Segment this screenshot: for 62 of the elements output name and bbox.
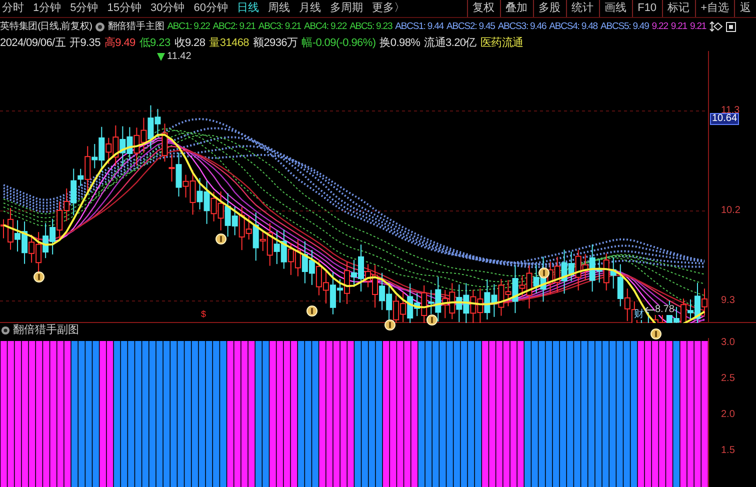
high-price-label: 11.42 bbox=[167, 52, 192, 62]
square-icon[interactable] bbox=[726, 22, 736, 32]
value-axis-label: 2.5 bbox=[721, 374, 735, 384]
dollar-mark: $ bbox=[201, 310, 206, 319]
indicator-value: ABC2: 9.21 bbox=[212, 22, 256, 32]
period-tab[interactable]: 周线 bbox=[268, 3, 290, 14]
period-tab[interactable]: 30分钟 bbox=[150, 3, 185, 14]
indicator-value: ABC4: 9.22 bbox=[304, 22, 347, 32]
toolbar-button[interactable]: 统计 bbox=[566, 0, 599, 17]
value-axis-label: 2.0 bbox=[721, 410, 735, 420]
toolbar-button[interactable]: 多股 bbox=[532, 0, 566, 17]
period-tab[interactable]: 更多〉 bbox=[372, 3, 405, 14]
wealth-mark: 财 bbox=[634, 310, 644, 320]
quote-item: 额2936万 bbox=[253, 38, 298, 48]
period-tab[interactable]: 日线 bbox=[237, 3, 259, 14]
stock-name: 英特集团(日线,前复权) bbox=[0, 22, 92, 32]
quote-item: 幅-0.09(-0.96%) bbox=[302, 38, 376, 48]
quote-item: 高9.49 bbox=[104, 38, 136, 48]
period-tab[interactable]: 月线 bbox=[299, 3, 321, 14]
period-tab[interactable]: 5分钟 bbox=[70, 3, 98, 14]
period-tab[interactable]: 1分钟 bbox=[33, 3, 62, 14]
low-price-label: 8.78 bbox=[655, 305, 674, 315]
toolbar-button[interactable]: 画线 bbox=[598, 0, 632, 17]
indicator-value: ABC5: 9.23 bbox=[350, 22, 392, 32]
value-axis-label: 1.5 bbox=[721, 446, 735, 456]
indicator-value: ABCS3: 9.46 bbox=[498, 22, 546, 32]
toolbar-button[interactable]: 标记 bbox=[662, 0, 695, 17]
toolbar-button[interactable]: 复权 bbox=[466, 0, 500, 17]
arrows-icon[interactable] bbox=[709, 21, 724, 32]
price-axis-label: 10.2 bbox=[721, 206, 740, 216]
quote-item: 流通3.20亿 bbox=[424, 38, 476, 48]
indicator-title: 翻倍猎手主图 bbox=[108, 22, 164, 32]
quote-item: 换0.98% bbox=[380, 38, 420, 48]
current-price-label: 10.64 bbox=[710, 113, 740, 125]
indicator-value: 9.22 bbox=[652, 22, 668, 32]
period-tab[interactable]: 15分钟 bbox=[107, 3, 142, 14]
price-axis-label: 9.3 bbox=[721, 296, 735, 306]
period-tab[interactable]: 分时 bbox=[2, 3, 24, 14]
toolbar-button[interactable]: F10 bbox=[632, 0, 662, 17]
period-tab[interactable]: 60分钟 bbox=[194, 3, 228, 14]
indicator-value: ABC3: 9.21 bbox=[258, 22, 301, 32]
period-tab[interactable]: 多周期 bbox=[330, 3, 363, 14]
sub-chart-title: 翻倍猎手副图 bbox=[13, 325, 79, 336]
indicator-value: 9.21 bbox=[690, 22, 706, 32]
indicator-value: ABCS2: 9.45 bbox=[446, 22, 495, 32]
value-axis-label: 3.0 bbox=[721, 338, 735, 348]
down-arrow-icon bbox=[157, 53, 165, 61]
toolbar-button[interactable]: +自选 bbox=[694, 0, 734, 17]
quote-item: 开9.35 bbox=[70, 38, 100, 48]
indicator-value: 9.21 bbox=[670, 22, 687, 32]
toolbar-button[interactable]: 返 bbox=[734, 0, 756, 17]
toolbar-button[interactable]: 叠加 bbox=[500, 0, 533, 17]
quote-item: 收9.28 bbox=[174, 38, 206, 48]
indicator-value: ABCS5: 9.49 bbox=[600, 22, 649, 32]
left-arrow-icon bbox=[645, 307, 654, 313]
indicator-value: ABCS4: 9.48 bbox=[549, 22, 598, 32]
quote-item: 医药流通 bbox=[480, 38, 524, 48]
quote-item: 2024/09/06/五 bbox=[0, 38, 66, 48]
quote-item: 量31468 bbox=[209, 38, 249, 48]
indicator-value: ABC1: 9.22 bbox=[167, 22, 210, 32]
indicator-value: ABCS1: 9.44 bbox=[395, 22, 444, 32]
quote-item: 低9.23 bbox=[139, 38, 170, 48]
